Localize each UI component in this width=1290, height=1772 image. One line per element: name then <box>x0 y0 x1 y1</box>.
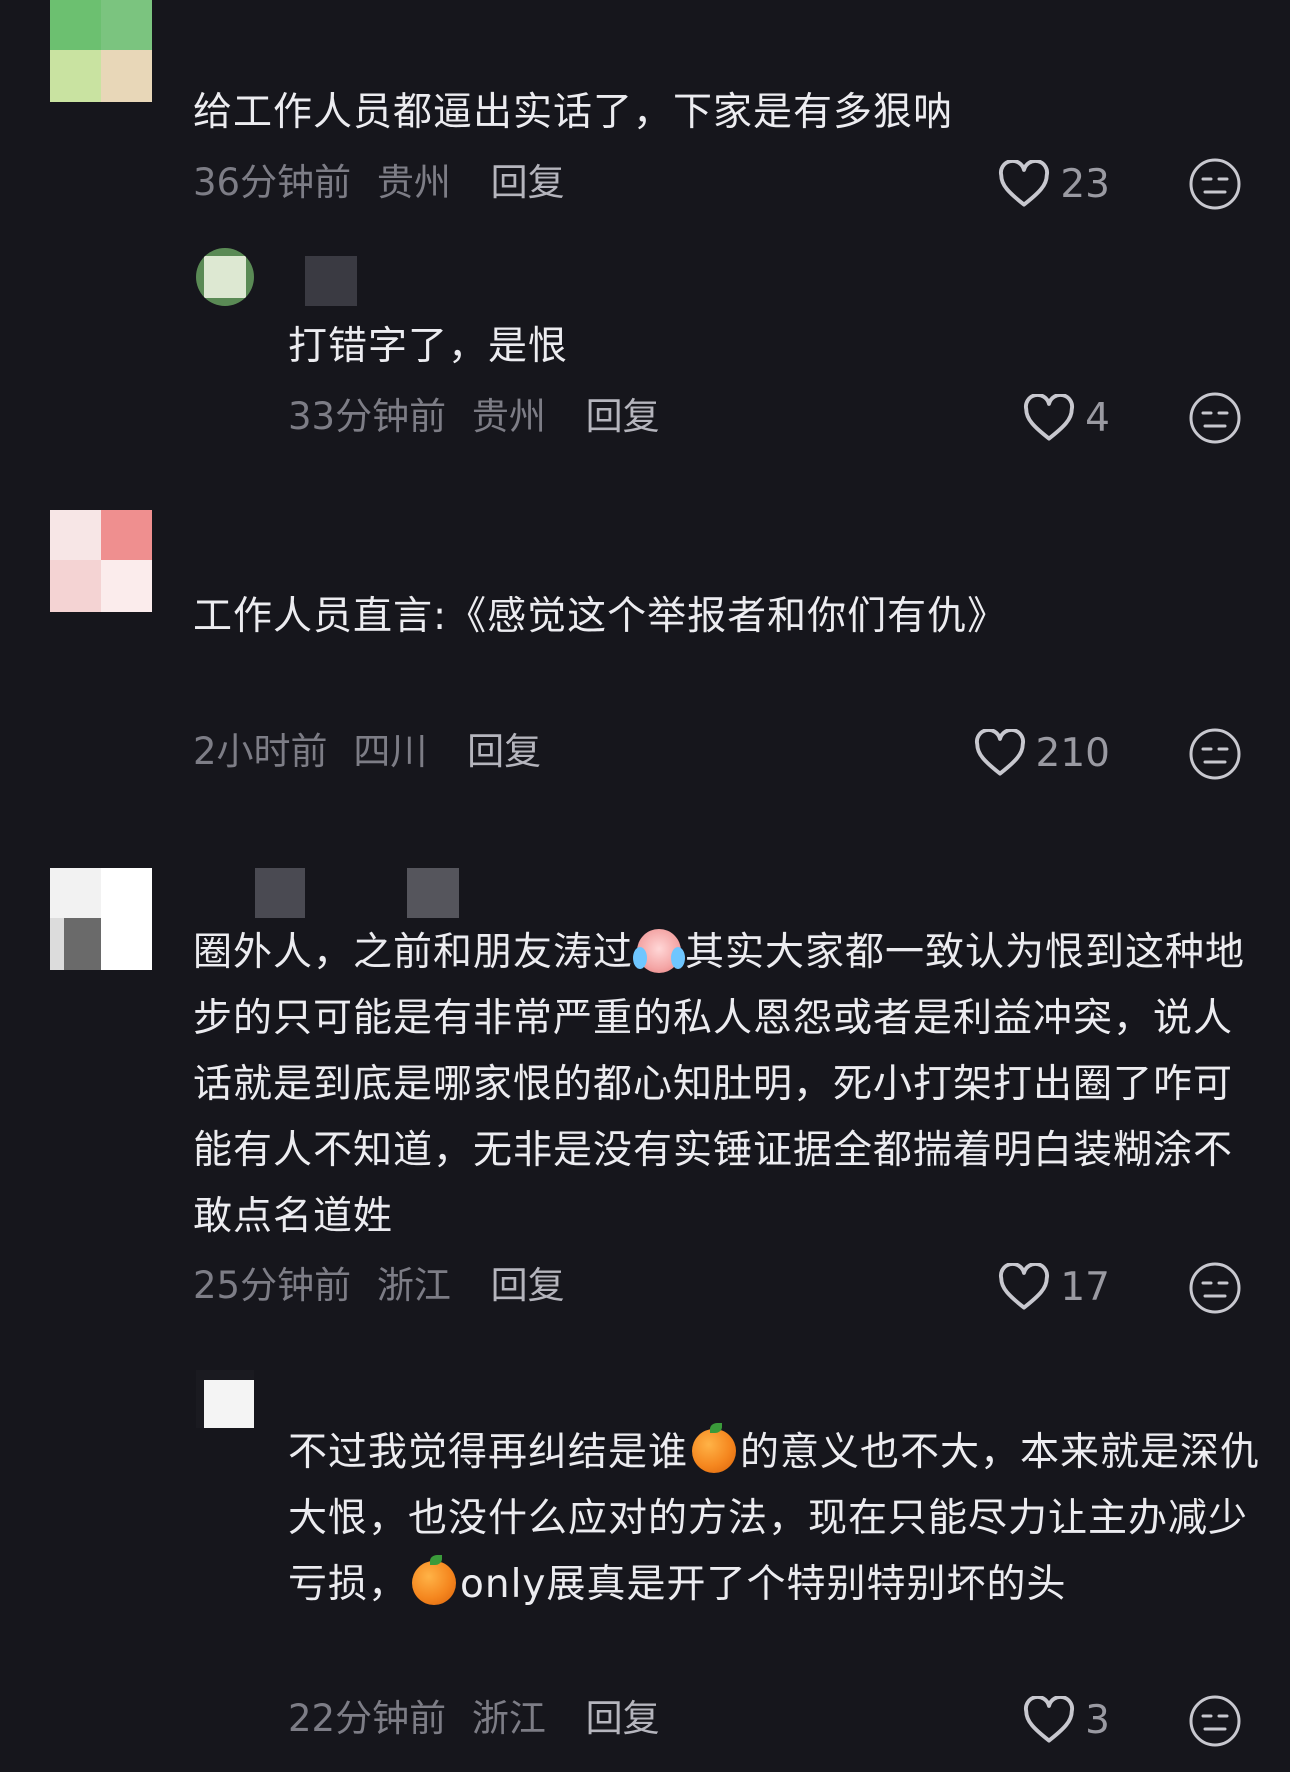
heart-outline-icon <box>1024 394 1075 441</box>
reply-button[interactable]: 回复 <box>491 1261 565 1311</box>
comment-location: 四川 <box>353 730 428 773</box>
reply-button[interactable]: 回复 <box>467 727 541 777</box>
like-button[interactable]: 4 <box>1023 388 1110 448</box>
heart-outline-icon <box>999 1263 1050 1310</box>
orange-emoji <box>692 1423 737 1473</box>
like-button[interactable]: 17 <box>998 1257 1110 1317</box>
comment-text: 给工作人员都逼出实话了，下家是有多狠呐 <box>193 90 954 135</box>
like-count: 17 <box>1060 1264 1110 1310</box>
orange-emoji <box>412 1555 457 1605</box>
like-count: 23 <box>1060 161 1110 207</box>
like-button[interactable]: 3 <box>1023 1690 1110 1750</box>
comment-time: 25分钟前 <box>193 1264 352 1307</box>
neutral-face-icon[interactable] <box>1188 727 1242 781</box>
avatar[interactable] <box>50 510 152 612</box>
heart-outline-icon <box>999 160 1050 207</box>
reply-location: 浙江 <box>471 1697 546 1740</box>
reply-location: 贵州 <box>471 395 546 438</box>
reply-button[interactable]: 回复 <box>586 392 660 442</box>
like-count: 4 <box>1085 395 1110 441</box>
avatar[interactable] <box>50 0 152 102</box>
reply-text: 不过我觉得再纠结是谁 的意义也不大，本来就是深仇大恨，也没什么应对的方法，现在只能… <box>288 1423 1261 1607</box>
avatar[interactable] <box>50 868 152 970</box>
comment-meta: 36分钟前 贵州 回复 <box>193 158 565 208</box>
reply-meta: 22分钟前 浙江 回复 <box>288 1694 660 1744</box>
like-button[interactable]: 23 <box>998 154 1110 214</box>
neutral-face-icon[interactable] <box>1188 157 1242 211</box>
heart-outline-icon <box>1024 1696 1075 1743</box>
reply-text: 打错字了，是恨 <box>288 324 569 369</box>
crying-face-emoji <box>633 929 686 973</box>
reply-button[interactable]: 回复 <box>491 158 565 208</box>
comment-meta: 25分钟前 浙江 回复 <box>193 1261 565 1311</box>
reply-time: 33分钟前 <box>288 395 447 438</box>
comment-text: 工作人员直言:《感觉这个举报者和你们有仇》 <box>193 594 1008 639</box>
comment-location: 浙江 <box>376 1264 451 1307</box>
heart-outline-icon <box>974 729 1025 776</box>
comment-location: 贵州 <box>376 161 451 204</box>
comment-text: 圈外人，之前和朋友涛过 其实大家都一致认为恨到这种地步的只可能是有非常严重的私人恩… <box>193 929 1246 1239</box>
comment-time: 36分钟前 <box>193 161 352 204</box>
like-count: 3 <box>1085 1697 1110 1743</box>
like-count: 210 <box>1035 730 1110 776</box>
avatar[interactable] <box>196 248 254 306</box>
like-button[interactable]: 210 <box>974 723 1110 783</box>
reply-meta: 33分钟前 贵州 回复 <box>288 392 660 442</box>
avatar[interactable] <box>196 1370 254 1428</box>
reply-time: 22分钟前 <box>288 1697 447 1740</box>
comment-meta: 2小时前 四川 回复 <box>193 727 541 777</box>
comment-time: 2小时前 <box>193 730 328 773</box>
neutral-face-icon[interactable] <box>1188 1694 1242 1748</box>
neutral-face-icon[interactable] <box>1188 391 1242 445</box>
neutral-face-icon[interactable] <box>1188 1261 1242 1315</box>
reply-button[interactable]: 回复 <box>586 1694 660 1744</box>
